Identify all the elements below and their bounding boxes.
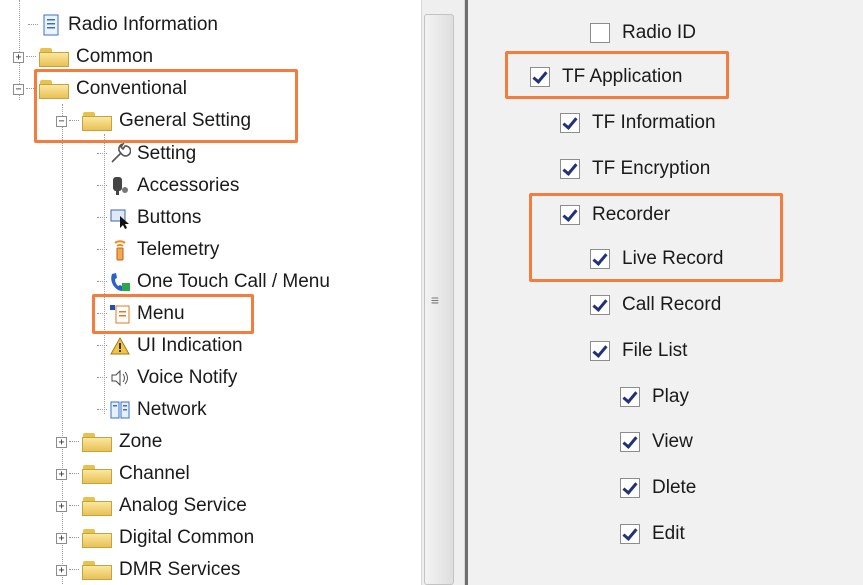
- tree-item-digital-common[interactable]: + Digital Common: [56, 522, 254, 554]
- tree-item-label: One Touch Call / Menu: [137, 271, 330, 292]
- tree-connector: [97, 377, 107, 379]
- tree-item-label: Channel: [119, 463, 190, 484]
- tree-item-analog-service[interactable]: + Analog Service: [56, 490, 247, 522]
- checkbox-label: Edit: [652, 523, 685, 544]
- tree-item-label: DMR Services: [119, 559, 241, 580]
- tree-item-network[interactable]: Network: [97, 394, 207, 426]
- expand-plus-icon[interactable]: +: [13, 51, 24, 63]
- checkbox-dlete[interactable]: Dlete: [620, 473, 696, 503]
- tree-connector: [69, 473, 79, 475]
- tree-item-label: Digital Common: [119, 527, 255, 548]
- tree-item-label: UI Indication: [137, 335, 243, 356]
- checkbox-view[interactable]: View: [620, 427, 693, 457]
- checkbox-play[interactable]: Play: [620, 382, 689, 412]
- tree-item-radio-information[interactable]: Radio Information: [28, 9, 218, 41]
- checkbox-tf-information[interactable]: TF Information: [560, 108, 716, 138]
- folder-icon: [81, 496, 113, 516]
- tree-connector: [69, 569, 79, 571]
- tree-item-label: Buttons: [137, 207, 202, 228]
- highlight-box-conventional: [34, 69, 298, 143]
- checkbox-checked-icon[interactable]: [590, 295, 610, 315]
- tree-connector: [97, 281, 107, 283]
- checkbox-label: Call Record: [622, 294, 722, 315]
- expand-plus-icon[interactable]: +: [56, 436, 67, 448]
- tree-connector: [97, 249, 107, 251]
- tree-item-channel[interactable]: + Channel: [56, 458, 190, 490]
- tree-item-telemetry[interactable]: Telemetry: [97, 234, 219, 266]
- expand-plus-icon[interactable]: +: [56, 500, 67, 512]
- highlight-box-tf-application: [505, 51, 729, 99]
- checkbox-edit[interactable]: Edit: [620, 519, 685, 549]
- checkbox-label: TF Information: [592, 112, 716, 133]
- tree-item-ui-indication[interactable]: UI Indication: [97, 330, 243, 362]
- folder-icon: [81, 432, 113, 452]
- tree-connector: [69, 505, 79, 507]
- checkbox-label: Radio ID: [622, 22, 696, 43]
- checkbox-label: Play: [652, 386, 689, 407]
- accessories-icon: [109, 175, 131, 197]
- checkbox-call-record[interactable]: Call Record: [590, 290, 721, 320]
- checkbox-checked-icon[interactable]: [620, 387, 640, 407]
- folder-icon: [38, 47, 70, 67]
- checkbox-label: View: [652, 431, 693, 452]
- tree-item-label: Zone: [119, 431, 163, 452]
- highlight-box-recorder: [529, 193, 783, 282]
- tree-connector: [97, 153, 107, 155]
- folder-icon: [81, 528, 113, 548]
- tree-item-zone[interactable]: + Zone: [56, 426, 162, 458]
- checkbox-checked-icon[interactable]: [560, 113, 580, 133]
- tree-connector: [97, 345, 107, 347]
- tree-item-voice-notify[interactable]: Voice Notify: [97, 362, 237, 394]
- highlight-box-menu: [92, 294, 254, 334]
- tree-item-label: Telemetry: [137, 239, 220, 260]
- buttons-cursor-icon: [109, 207, 131, 229]
- checkbox-file-list[interactable]: File List: [590, 336, 687, 366]
- checkbox-checked-icon[interactable]: [560, 159, 580, 179]
- tree-connector: [26, 56, 36, 58]
- tree-item-label: Common: [76, 46, 154, 67]
- tree-connector: [69, 537, 79, 539]
- checkbox-radio-id[interactable]: Radio ID: [590, 18, 696, 48]
- ui-indication-icon: [109, 335, 131, 357]
- navigation-tree: Radio Information + Common − Conventiona…: [0, 0, 420, 585]
- network-icon: [109, 399, 131, 421]
- wrench-icon: [109, 143, 131, 165]
- folder-icon: [81, 560, 113, 580]
- grip-icon[interactable]: ≡: [428, 292, 442, 308]
- folder-icon: [81, 464, 113, 484]
- expand-plus-icon[interactable]: +: [56, 564, 67, 576]
- tree-item-label: Network: [137, 399, 207, 420]
- phone-call-icon: [109, 271, 131, 293]
- tree-item-label: Analog Service: [119, 495, 247, 516]
- tree-item-buttons[interactable]: Buttons: [97, 202, 201, 234]
- speaker-icon: [109, 367, 131, 389]
- checkbox-unchecked-icon[interactable]: [590, 23, 610, 43]
- checkbox-checked-icon[interactable]: [590, 341, 610, 361]
- tree-connector: [97, 217, 107, 219]
- collapse-minus-icon[interactable]: −: [13, 83, 24, 95]
- checkbox-label: TF Encryption: [592, 158, 711, 179]
- checkbox-label: File List: [622, 340, 688, 361]
- checkbox-checked-icon[interactable]: [620, 478, 640, 498]
- tree-item-dmr-services[interactable]: + DMR Services: [56, 554, 240, 585]
- telemetry-icon: [109, 239, 131, 261]
- checkbox-tf-encryption[interactable]: TF Encryption: [560, 154, 710, 184]
- checkbox-label: Dlete: [652, 477, 697, 498]
- menu-options-panel: Radio ID TF Application TF Information T…: [468, 0, 863, 585]
- tree-item-label: Radio Information: [68, 14, 218, 35]
- tree-item-label: Setting: [137, 143, 197, 164]
- expand-plus-icon[interactable]: +: [56, 532, 67, 544]
- tree-connector: [69, 441, 79, 443]
- checkbox-checked-icon[interactable]: [620, 524, 640, 544]
- tree-item-label: Accessories: [137, 175, 240, 196]
- tree-connector: [28, 24, 38, 26]
- tree-connector: [97, 409, 107, 411]
- tree-connector: [97, 185, 107, 187]
- checkbox-checked-icon[interactable]: [620, 432, 640, 452]
- tree-item-label: Voice Notify: [137, 367, 238, 388]
- radio-information-icon: [40, 14, 62, 36]
- tree-item-accessories[interactable]: Accessories: [97, 170, 239, 202]
- expand-plus-icon[interactable]: +: [56, 468, 67, 480]
